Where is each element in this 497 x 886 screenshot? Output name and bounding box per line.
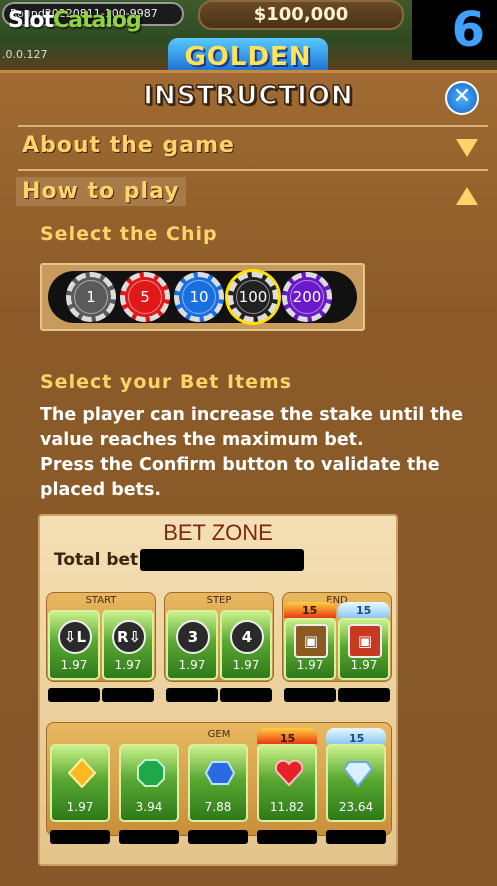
level-indicator: 6 <box>412 0 497 60</box>
bet-tile-step-3[interactable]: 3 1.97 <box>166 610 218 680</box>
bet-tile-step-4[interactable]: 4 1.97 <box>220 610 272 680</box>
instruction-panel: INSTRUCTION ✕ About the game How to play… <box>0 70 497 886</box>
chip-5[interactable]: 5 <box>120 272 170 322</box>
game-logo: GOLDEN <box>168 38 328 70</box>
bet-tile-end-ice[interactable]: ▣ 1.97 <box>338 618 390 680</box>
total-bet-label: Total bet <box>54 550 139 570</box>
bet-slot <box>50 830 110 844</box>
version-label: .0.0.127 <box>2 48 48 61</box>
chip-label: 5 <box>128 280 162 314</box>
bet-slot <box>284 688 336 702</box>
bet-slot <box>188 830 248 844</box>
blue-sapphire-icon <box>205 761 235 785</box>
bet-items-heading: Select your Bet Items <box>40 371 293 393</box>
odds-label: 1.97 <box>178 658 206 672</box>
bet-tile-start-right[interactable]: R⇩ 1.97 <box>102 610 154 680</box>
right-down-icon: R⇩ <box>112 620 146 654</box>
yellow-diamond-icon <box>67 758 97 788</box>
chip-tray: 1 5 10 100 200 <box>40 263 365 331</box>
balance-display: $100,000 <box>198 0 404 30</box>
bet-slot <box>102 688 154 702</box>
chip-label: 1 <box>74 280 108 314</box>
multiplier-badge: 15 <box>302 604 318 617</box>
bet-zone-title: BET ZONE <box>163 520 273 545</box>
bet-tile-gem-green[interactable]: 3.94 <box>119 744 179 822</box>
green-emerald-icon <box>137 759 165 787</box>
chip-100-selected[interactable]: 100 <box>228 272 278 322</box>
divider <box>18 169 488 171</box>
group-start-label: START <box>85 595 117 606</box>
number-3-icon: 3 <box>176 620 210 654</box>
bet-slot <box>48 688 100 702</box>
panel-title: INSTRUCTION <box>143 80 354 112</box>
bet-slot <box>257 830 317 844</box>
bet-tile-end-fire[interactable]: ▣ 1.97 <box>284 618 336 680</box>
bet-tile-gem-white[interactable]: 23.64 <box>326 744 386 822</box>
instruction-paragraph-1: The player can increase the stake until … <box>40 405 463 450</box>
bet-slot <box>338 688 390 702</box>
odds-label: 7.88 <box>204 800 232 814</box>
total-bet-value <box>140 549 304 571</box>
multiplier-badge: 15 <box>356 604 372 617</box>
close-icon: ✕ <box>452 84 472 109</box>
chevron-up-icon[interactable] <box>456 187 478 205</box>
bet-slot <box>326 830 386 844</box>
bet-tile-gem-yellow[interactable]: 1.97 <box>50 744 110 822</box>
divider <box>18 125 488 127</box>
chip-200[interactable]: 200 <box>282 272 332 322</box>
bet-slot <box>119 830 179 844</box>
chip-label: 100 <box>236 280 270 314</box>
white-diamond-icon <box>343 761 373 788</box>
odds-label: 1.97 <box>350 658 378 672</box>
close-button[interactable]: ✕ <box>445 81 479 115</box>
bet-zone-illustration: BET ZONE Total bet START ⇩L 1.97 R⇩ 1.97… <box>38 514 398 866</box>
bet-tile-gem-blue[interactable]: 7.88 <box>188 744 248 822</box>
chevron-down-icon[interactable] <box>456 139 478 157</box>
chip-label: 10 <box>182 280 216 314</box>
odds-label: 3.94 <box>135 800 163 814</box>
treasure-chest-icon: ▣ <box>348 624 382 658</box>
odds-label: 1.97 <box>296 658 324 672</box>
watermark: SlotCatalog <box>8 8 142 33</box>
odds-label: 23.64 <box>338 800 374 814</box>
chip-1[interactable]: 1 <box>66 272 116 322</box>
number-4-icon: 4 <box>230 620 264 654</box>
section-about-the-game[interactable]: About the game <box>22 133 235 158</box>
odds-label: 1.97 <box>232 658 260 672</box>
odds-label: 1.97 <box>60 658 88 672</box>
bet-tile-start-left[interactable]: ⇩L 1.97 <box>48 610 100 680</box>
down-left-icon: ⇩L <box>58 620 92 654</box>
select-chip-heading: Select the Chip <box>40 223 218 245</box>
watermark-catalog: Catalog <box>53 8 142 33</box>
red-heart-icon <box>274 759 304 787</box>
chip-row: 1 5 10 100 200 <box>48 271 357 323</box>
chip-10[interactable]: 10 <box>174 272 224 322</box>
instruction-paragraph-2: Press the Confirm button to validate the… <box>40 455 440 500</box>
treasure-chest-icon: ▣ <box>294 624 328 658</box>
group-step-label: STEP <box>206 595 232 606</box>
bet-slot <box>220 688 272 702</box>
bet-tile-gem-red[interactable]: 11.82 <box>257 744 317 822</box>
watermark-slot: Slot <box>8 8 54 33</box>
bet-slot <box>166 688 218 702</box>
odds-label: 11.82 <box>269 800 305 814</box>
chip-label: 200 <box>290 280 324 314</box>
odds-label: 1.97 <box>114 658 142 672</box>
game-top-bar: Round20220811-100-9987 SlotCatalog .0.0.… <box>0 0 497 70</box>
odds-label: 1.97 <box>66 800 94 814</box>
section-how-to-play[interactable]: How to play <box>16 177 186 206</box>
